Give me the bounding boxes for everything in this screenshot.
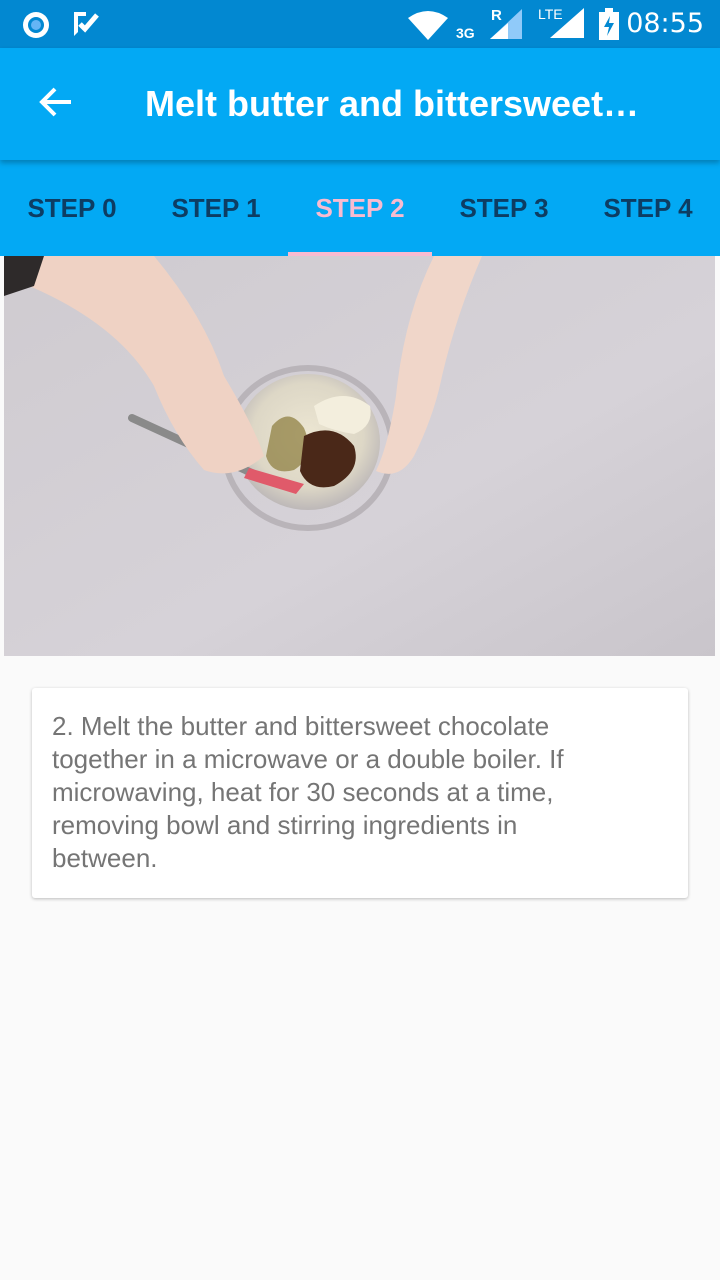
record-icon xyxy=(20,9,52,46)
signal-icon xyxy=(490,9,522,44)
tab-step-1[interactable]: STEP 1 xyxy=(144,160,288,256)
checklist-icon xyxy=(72,10,100,43)
wifi-icon xyxy=(408,10,448,45)
lte-signal-icon xyxy=(550,8,584,43)
step-description-card: 2. Melt the butter and bittersweet choco… xyxy=(32,688,688,898)
step-description: 2. Melt the butter and bittersweet choco… xyxy=(52,711,564,873)
back-button[interactable] xyxy=(24,72,88,136)
status-time: 08:55 xyxy=(626,8,704,39)
step-video[interactable] xyxy=(4,256,715,656)
tab-step-2[interactable]: STEP 2 xyxy=(288,160,432,256)
tab-step-0[interactable]: STEP 0 xyxy=(0,160,144,256)
step-tab-bar: STEP 0 STEP 1 STEP 2 STEP 3 STEP 4 xyxy=(0,160,720,256)
network-label: 3G xyxy=(456,25,475,41)
tab-step-3[interactable]: STEP 3 xyxy=(432,160,576,256)
tab-step-4[interactable]: STEP 4 xyxy=(576,160,720,256)
app-bar: Melt butter and bittersweet… xyxy=(0,48,720,160)
battery-charging-icon xyxy=(598,8,620,45)
status-bar: 3G R LTE 08:55 xyxy=(0,0,720,48)
arrow-back-icon xyxy=(38,84,74,125)
video-frame-image xyxy=(4,256,715,656)
page-title: Melt butter and bittersweet… xyxy=(145,83,640,124)
